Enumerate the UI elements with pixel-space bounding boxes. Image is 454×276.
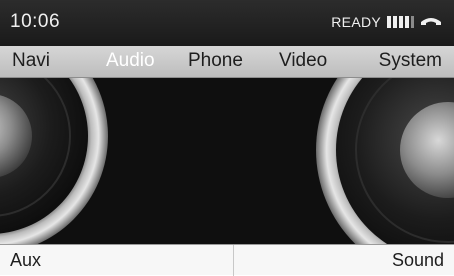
left-speaker	[0, 78, 108, 244]
status-bar: 10:06 READY	[0, 0, 454, 46]
phone-handset-icon	[420, 15, 442, 29]
tab-audio[interactable]: Audio	[106, 50, 155, 72]
clock-time: 10:06	[10, 11, 61, 32]
audio-main-screen: 10:06 READY Navi Audio Phone Video Syste…	[0, 0, 454, 276]
aux-button[interactable]: Aux	[0, 245, 234, 276]
right-speaker	[316, 78, 454, 244]
signal-strength-icon	[387, 16, 414, 28]
softkey-bar: Aux Sound	[0, 244, 454, 276]
main-menu-bar: Navi Audio Phone Video System	[0, 46, 454, 78]
tab-phone[interactable]: Phone	[188, 50, 243, 72]
ready-indicator: READY	[331, 14, 381, 30]
status-indicators: READY	[331, 14, 442, 30]
speaker-icon	[0, 78, 454, 244]
sound-button[interactable]: Sound	[235, 245, 454, 276]
tab-system[interactable]: System	[379, 50, 442, 72]
tab-video[interactable]: Video	[279, 50, 327, 72]
tab-navi[interactable]: Navi	[12, 50, 50, 72]
speaker-graphic-area	[0, 78, 454, 244]
